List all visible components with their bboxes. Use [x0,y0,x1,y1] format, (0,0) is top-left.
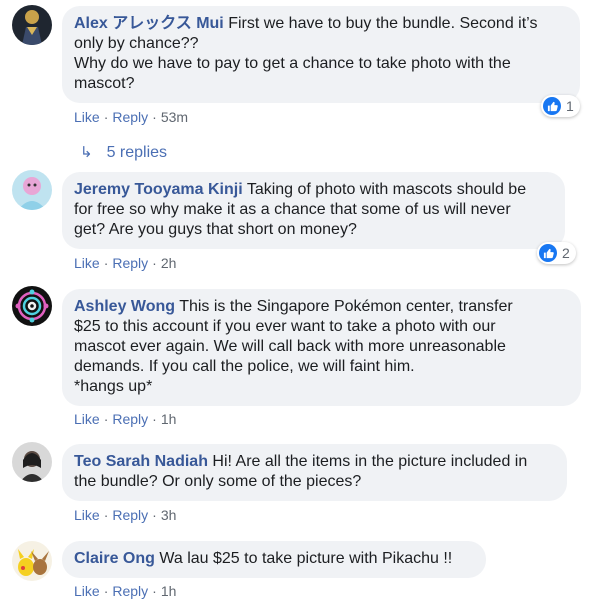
view-replies-link[interactable]: ↳ 5 replies [80,143,167,162]
separator-dot: · [152,583,157,599]
comment-feed: Alex アレックス Mui First we have to buy the … [0,0,600,601]
comment-author[interactable]: Claire Ong [74,550,155,567]
comment-author[interactable]: Teo Sarah Nadiah [74,453,208,470]
comment-timestamp[interactable]: 2h [161,255,177,271]
comment-author[interactable]: Alex アレックス Mui [74,15,224,32]
separator-dot: · [152,255,157,271]
comment-timestamp[interactable]: 3h [161,507,177,523]
separator-dot: · [103,255,109,271]
avatar[interactable] [12,286,52,326]
comment-actions: Like · Reply · 3h [74,507,176,523]
comment-bubble: Jeremy Tooyama Kinji Taking of photo wit… [62,172,565,249]
comment-timestamp[interactable]: 1h [161,411,177,427]
separator-dot: · [152,411,157,427]
reply-link[interactable]: Reply [112,507,148,523]
like-link[interactable]: Like [74,583,100,599]
reaction-count-badge[interactable]: 2 [537,242,576,264]
thumbs-up-icon [543,97,561,115]
comment-bubble: Claire Ong Wa lau $25 to take picture wi… [62,541,486,578]
separator-dot: · [152,507,157,523]
reply-arrow-icon: ↳ [80,144,93,161]
comment-text: Wa lau $25 to take picture with Pikachu … [159,550,453,567]
comment-actions: Like · Reply · 1h [74,411,176,427]
avatar[interactable] [12,5,52,45]
comment-actions: Like · Reply · 2h [74,255,176,271]
comment-author[interactable]: Ashley Wong [74,298,175,315]
comment-bubble: Teo Sarah Nadiah Hi! Are all the items i… [62,444,567,501]
comment-bubble: Ashley Wong This is the Singapore Pokémo… [62,289,581,406]
comment-bubble: Alex アレックス Mui First we have to buy the … [62,6,580,103]
reply-link[interactable]: Reply [112,583,148,599]
comment-author[interactable]: Jeremy Tooyama Kinji [74,181,243,198]
comment-actions: Like · Reply · 53m [74,109,188,125]
reaction-count: 2 [562,245,570,261]
like-link[interactable]: Like [74,507,100,523]
reaction-count: 1 [566,98,574,114]
separator-dot: · [103,583,109,599]
separator-dot: · [103,507,109,523]
reply-link[interactable]: Reply [112,411,148,427]
avatar[interactable] [12,442,52,482]
separator-dot: · [103,411,109,427]
like-link[interactable]: Like [74,411,100,427]
avatar[interactable] [12,170,52,210]
reply-link[interactable]: Reply [112,255,148,271]
comment-timestamp[interactable]: 53m [161,109,188,125]
replies-count-label: 5 replies [106,144,168,161]
comment-actions: Like · Reply · 1h [74,583,176,599]
avatar[interactable] [12,541,52,581]
like-link[interactable]: Like [74,255,100,271]
thumbs-up-icon [539,244,557,262]
separator-dot: · [152,109,157,125]
reaction-count-badge[interactable]: 1 [541,95,580,117]
separator-dot: · [103,109,109,125]
reply-link[interactable]: Reply [112,109,148,125]
comment-timestamp[interactable]: 1h [161,583,177,599]
like-link[interactable]: Like [74,109,100,125]
